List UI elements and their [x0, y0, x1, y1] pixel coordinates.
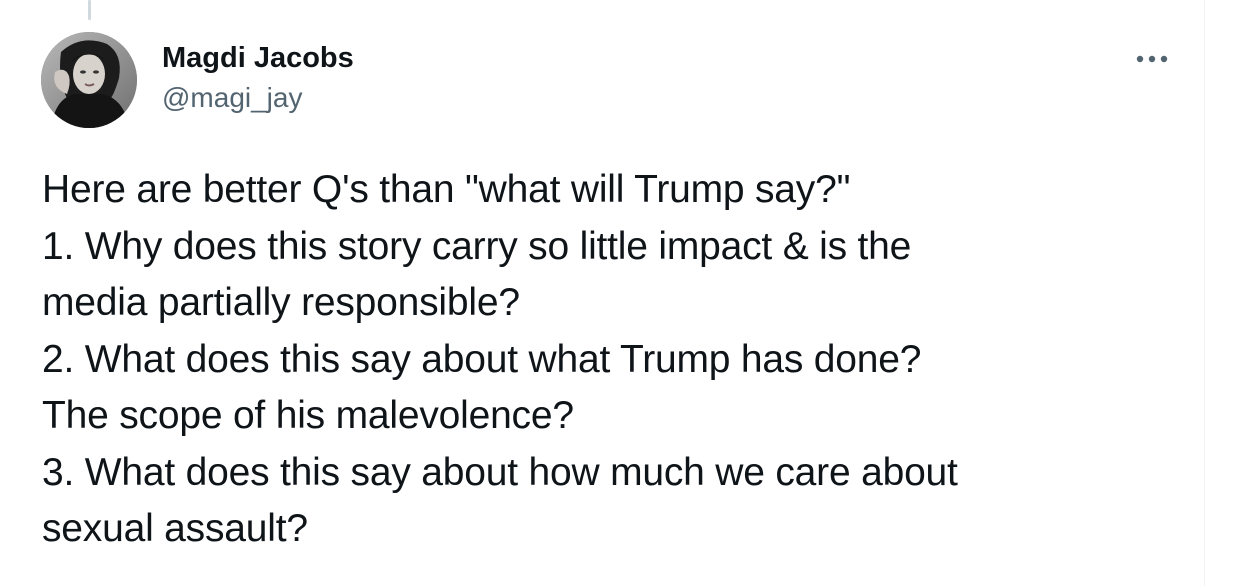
avatar[interactable]	[41, 32, 137, 128]
more-horizontal-icon	[1136, 55, 1168, 63]
tweet-text-line: sexual assault?	[42, 507, 308, 550]
author-name[interactable]: Magdi Jacobs	[162, 40, 354, 76]
thread-connector-line	[88, 0, 91, 20]
tweet-text-line: The scope of his malevolence?	[42, 394, 574, 437]
more-options-button[interactable]	[1132, 44, 1172, 74]
author-handle[interactable]: @magi_jay	[162, 80, 302, 116]
card-border	[1204, 0, 1205, 586]
tweet-text-line: 1. Why does this story carry so little i…	[42, 224, 912, 268]
profile-photo-avatar	[41, 32, 137, 128]
tweet-text-line: media partially responsible?	[42, 281, 520, 324]
tweet-text: Here are better Q's than "what will Trum…	[42, 162, 1192, 558]
tweet-text-line: 3. What does this say about how much we …	[42, 450, 958, 494]
tweet-text-line: 2. What does this say about what Trump h…	[42, 337, 922, 381]
tweet-text-line: Here are better Q's than "what will Trum…	[42, 168, 851, 211]
